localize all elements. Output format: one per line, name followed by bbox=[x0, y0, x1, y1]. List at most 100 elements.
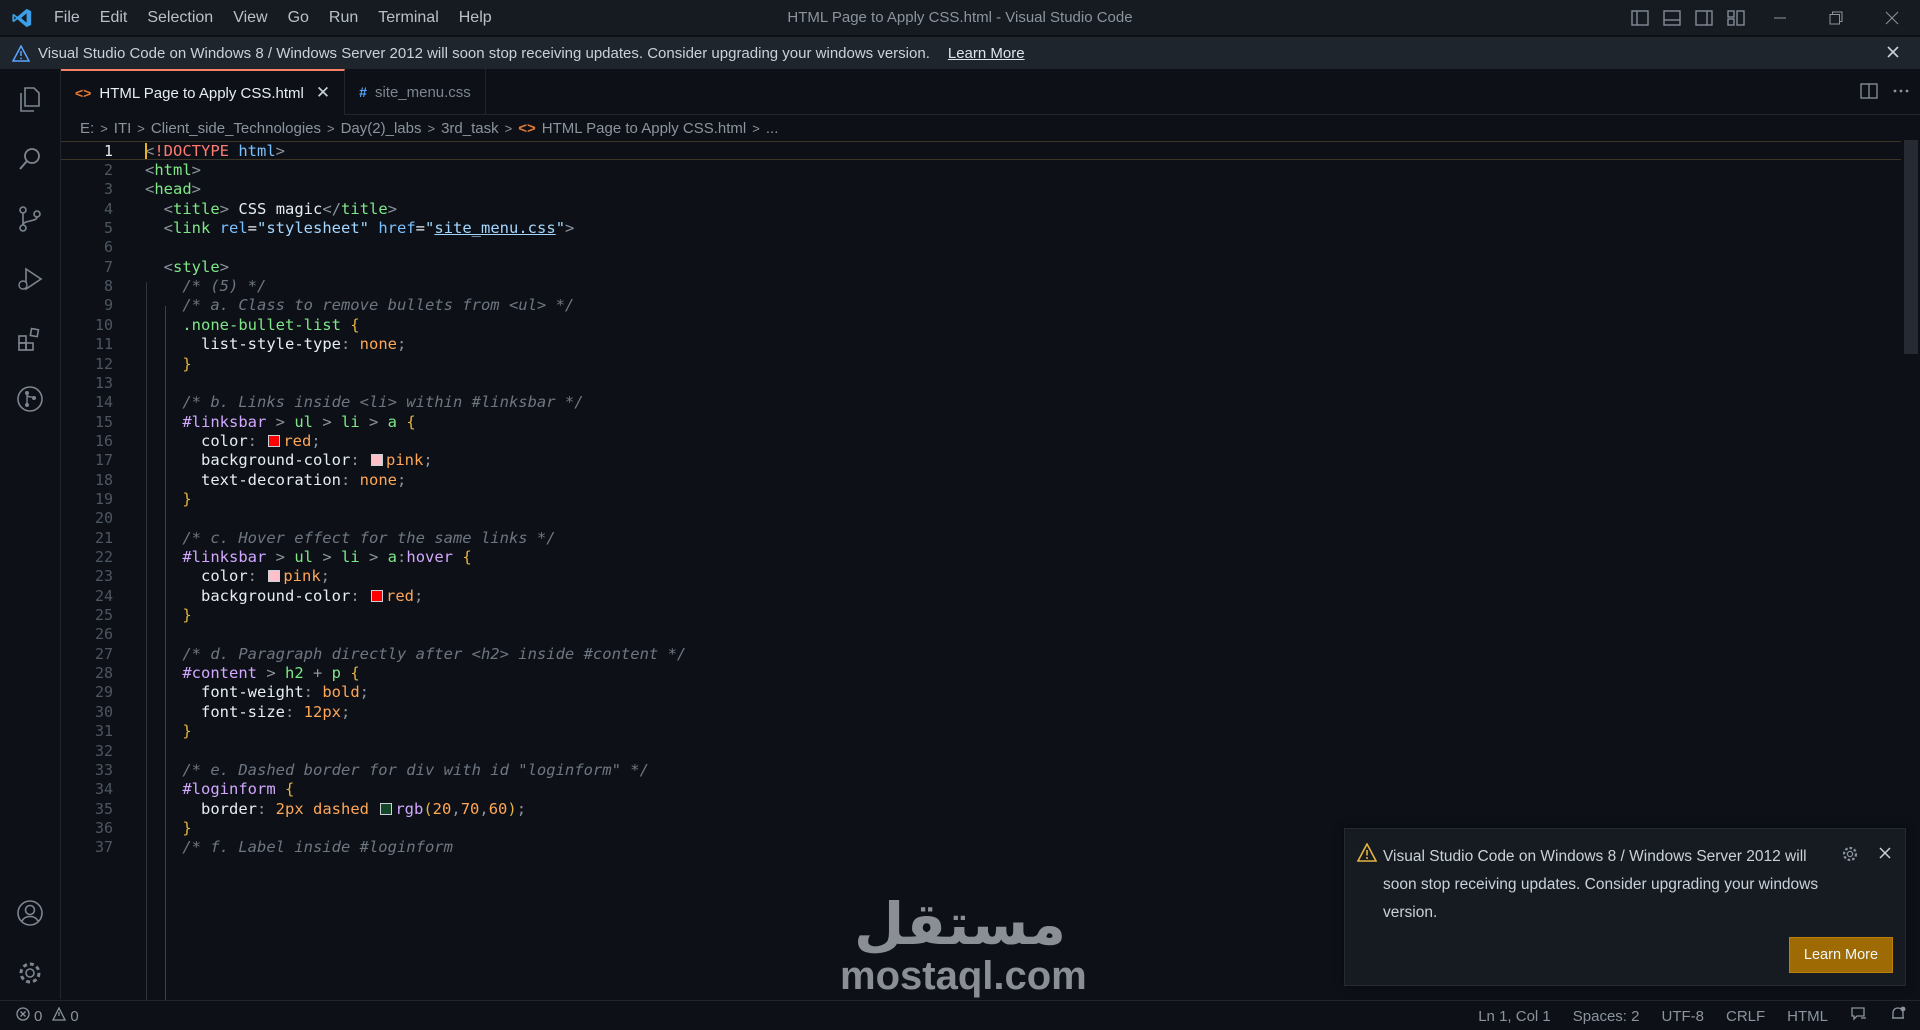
code-line[interactable]: 30 font-size: 12px; bbox=[61, 702, 1901, 721]
toggle-primary-sidebar-icon[interactable] bbox=[1624, 0, 1656, 35]
git-graph-icon[interactable] bbox=[0, 375, 60, 423]
code-text: } bbox=[182, 722, 192, 741]
notification-close-icon[interactable] bbox=[1877, 845, 1893, 864]
line-number: 30 bbox=[94, 702, 113, 721]
code-line[interactable]: 34 #loginform { bbox=[61, 780, 1901, 799]
color-swatch[interactable] bbox=[370, 589, 383, 602]
code-line[interactable]: 1 <!DOCTYPE html> bbox=[61, 141, 1901, 161]
code-line[interactable]: 8 /* (5) */ bbox=[61, 276, 1901, 295]
editor-scrollbar[interactable] bbox=[1904, 140, 1918, 1000]
restore-icon[interactable] bbox=[1808, 0, 1864, 35]
code-line[interactable]: 16 color: red; bbox=[61, 431, 1901, 450]
notification-settings-gear-icon[interactable] bbox=[1841, 845, 1859, 866]
code-line[interactable]: 9 /* a. Class to remove bullets from <ul… bbox=[61, 296, 1901, 315]
code-line[interactable]: 27 /* d. Paragraph directly after <h2> i… bbox=[61, 644, 1901, 663]
code-line[interactable]: 25 } bbox=[61, 605, 1901, 624]
code-line[interactable]: 3 <head> bbox=[61, 180, 1901, 199]
code-line[interactable]: 14 /* b. Links inside <li> within #links… bbox=[61, 393, 1901, 412]
tab-site-menu-css[interactable]: # site_menu.css bbox=[345, 69, 486, 115]
breadcrumb-folder-day2[interactable]: Day(2)_labs bbox=[341, 120, 422, 137]
warning-icon bbox=[1356, 842, 1378, 865]
chevron-right-icon: > bbox=[752, 120, 760, 136]
code-line[interactable]: 19 } bbox=[61, 489, 1901, 508]
extensions-icon[interactable] bbox=[0, 315, 60, 363]
code-line[interactable]: 24 background-color: red; bbox=[61, 586, 1901, 605]
problems-indicator[interactable]: 0 0 bbox=[16, 1001, 79, 1030]
settings-gear-icon[interactable] bbox=[0, 949, 60, 997]
banner-close-icon[interactable] bbox=[1884, 43, 1902, 65]
color-swatch[interactable] bbox=[268, 570, 281, 583]
breadcrumb-drive[interactable]: E: bbox=[80, 120, 94, 137]
color-swatch[interactable] bbox=[268, 434, 281, 447]
menu-selection[interactable]: Selection bbox=[137, 0, 223, 35]
code-line[interactable]: 7 <style> bbox=[61, 257, 1901, 276]
menu-edit[interactable]: Edit bbox=[90, 0, 138, 35]
menu-file[interactable]: File bbox=[44, 0, 90, 35]
code-line[interactable]: 28 #content > h2 + p { bbox=[61, 663, 1901, 682]
search-icon[interactable] bbox=[0, 135, 60, 183]
feedback-icon[interactable] bbox=[1850, 1006, 1868, 1026]
code-line[interactable]: 18 text-decoration: none; bbox=[61, 470, 1901, 489]
code-line[interactable]: 4 <title> CSS magic</title> bbox=[61, 199, 1901, 218]
toggle-panel-icon[interactable] bbox=[1656, 0, 1688, 35]
breadcrumb-folder-task[interactable]: 3rd_task bbox=[441, 120, 499, 137]
color-swatch[interactable] bbox=[380, 802, 393, 815]
code-text: <!DOCTYPE html> bbox=[145, 141, 286, 160]
code-line[interactable]: 13 bbox=[61, 373, 1901, 392]
code-line[interactable]: 32 bbox=[61, 741, 1901, 760]
line-number: 10 bbox=[94, 315, 113, 334]
account-icon[interactable] bbox=[0, 889, 60, 937]
code-line[interactable]: 21 /* c. Hover effect for the same links… bbox=[61, 528, 1901, 547]
code-line[interactable]: 5 <link rel="stylesheet" href="site_menu… bbox=[61, 218, 1901, 237]
code-line[interactable]: 17 background-color: pink; bbox=[61, 451, 1901, 470]
breadcrumb-symbol[interactable]: ... bbox=[766, 120, 779, 137]
code-text: #linksbar > ul > li > a { bbox=[182, 412, 416, 431]
source-control-icon[interactable] bbox=[0, 195, 60, 243]
close-window-icon[interactable] bbox=[1864, 0, 1920, 35]
code-line[interactable]: 29 font-weight: bold; bbox=[61, 683, 1901, 702]
indentation[interactable]: Spaces: 2 bbox=[1573, 1008, 1640, 1025]
encoding[interactable]: UTF-8 bbox=[1661, 1008, 1704, 1025]
code-line[interactable]: 2 <html> bbox=[61, 160, 1901, 179]
menu-help[interactable]: Help bbox=[449, 0, 502, 35]
code-line[interactable]: 12 } bbox=[61, 354, 1901, 373]
code-line[interactable]: 20 bbox=[61, 509, 1901, 528]
notifications-bell-icon[interactable] bbox=[1890, 1006, 1906, 1026]
toggle-secondary-sidebar-icon[interactable] bbox=[1688, 0, 1720, 35]
minimize-icon[interactable] bbox=[1752, 0, 1808, 35]
scrollbar-thumb[interactable] bbox=[1904, 140, 1918, 354]
code-line[interactable]: 6 bbox=[61, 238, 1901, 257]
menu-run[interactable]: Run bbox=[319, 0, 368, 35]
line-number: 7 bbox=[103, 257, 113, 276]
code-line[interactable]: 11 list-style-type: none; bbox=[61, 335, 1901, 354]
language-mode[interactable]: HTML bbox=[1787, 1008, 1828, 1025]
code-line[interactable]: 26 bbox=[61, 625, 1901, 644]
menu-go[interactable]: Go bbox=[278, 0, 319, 35]
tab-close-icon[interactable]: ✕ bbox=[316, 83, 330, 103]
code-text: /* c. Hover effect for the same links */ bbox=[182, 528, 556, 547]
code-line[interactable]: 23 color: pink; bbox=[61, 567, 1901, 586]
code-line[interactable]: 33 /* e. Dashed border for div with id "… bbox=[61, 760, 1901, 779]
more-actions-icon[interactable] bbox=[1892, 83, 1910, 102]
code-line[interactable]: 10 .none-bullet-list { bbox=[61, 315, 1901, 334]
notification-learn-more-button[interactable]: Learn More bbox=[1789, 937, 1893, 973]
banner-learn-more-link[interactable]: Learn More bbox=[948, 45, 1025, 62]
tab-html-page[interactable]: <> HTML Page to Apply CSS.html ✕ bbox=[61, 69, 346, 115]
end-of-line[interactable]: CRLF bbox=[1726, 1008, 1765, 1025]
color-swatch[interactable] bbox=[370, 454, 383, 467]
code-line[interactable]: 31 } bbox=[61, 722, 1901, 741]
run-debug-icon[interactable] bbox=[0, 255, 60, 303]
menu-terminal[interactable]: Terminal bbox=[368, 0, 448, 35]
customize-layout-icon[interactable] bbox=[1720, 0, 1752, 35]
split-editor-icon[interactable] bbox=[1860, 82, 1878, 102]
cursor-position[interactable]: Ln 1, Col 1 bbox=[1478, 1008, 1551, 1025]
explorer-icon[interactable] bbox=[0, 75, 60, 123]
code-line[interactable]: 35 border: 2px dashed rgb(20,70,60); bbox=[61, 799, 1901, 818]
menu-view[interactable]: View bbox=[223, 0, 277, 35]
breadcrumb-folder-iti[interactable]: ITI bbox=[114, 120, 132, 137]
breadcrumb-folder-client-side[interactable]: Client_side_Technologies bbox=[151, 120, 321, 137]
breadcrumb-file[interactable]: HTML Page to Apply CSS.html bbox=[542, 120, 747, 137]
code-line[interactable]: 22 #linksbar > ul > li > a:hover { bbox=[61, 547, 1901, 566]
code-line[interactable]: 15 #linksbar > ul > li > a { bbox=[61, 412, 1901, 431]
code-text: /* d. Paragraph directly after <h2> insi… bbox=[182, 644, 687, 663]
